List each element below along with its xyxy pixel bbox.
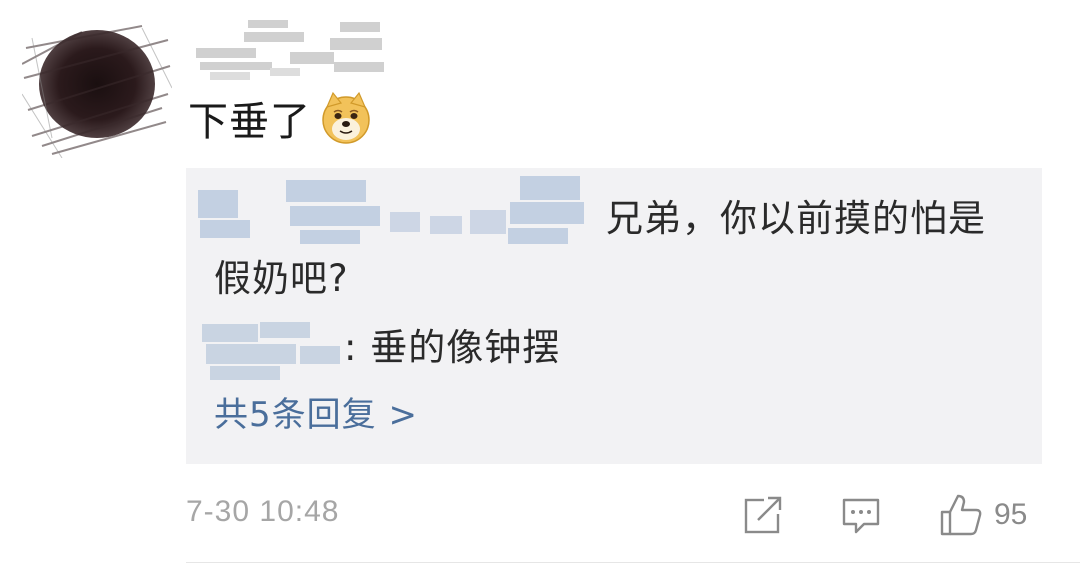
avatar[interactable]: [22, 18, 172, 158]
doge-emoji-icon: [322, 91, 370, 144]
like-count: 95: [994, 498, 1028, 531]
view-more-replies-link[interactable]: 共5条回复 >: [214, 392, 418, 438]
reply-comment-button[interactable]: [840, 492, 882, 538]
divider: [186, 562, 1080, 563]
comment-body: 下垂了: [188, 88, 373, 148]
comment-timestamp: 7-30 10:48: [186, 495, 340, 528]
share-button[interactable]: [742, 492, 784, 538]
reply-2-text: : 垂的像钟摆: [344, 326, 561, 369]
username-redacted[interactable]: [190, 14, 390, 88]
reply-1-text-continued: 假奶吧?: [214, 257, 349, 300]
reply-username-redacted[interactable]: [200, 318, 350, 388]
comment-text: 下垂了: [188, 99, 311, 145]
like-icon: [940, 494, 982, 536]
comment-card: 下垂了 兄弟，你以前摸的怕是 假奶吧?: 垂的像钟摆 共5条回复 > 7-30…: [0, 0, 1080, 564]
comment-icon: [842, 498, 880, 534]
replies-box[interactable]: 兄弟，你以前摸的怕是 假奶吧? : 垂的像钟摆 共5条回复 >: [186, 168, 1042, 464]
like-button[interactable]: 95: [938, 492, 1027, 538]
reply-username-redacted[interactable]: [190, 172, 590, 254]
reply-1-text: 兄弟，你以前摸的怕是: [606, 197, 986, 240]
share-icon: [744, 496, 782, 534]
